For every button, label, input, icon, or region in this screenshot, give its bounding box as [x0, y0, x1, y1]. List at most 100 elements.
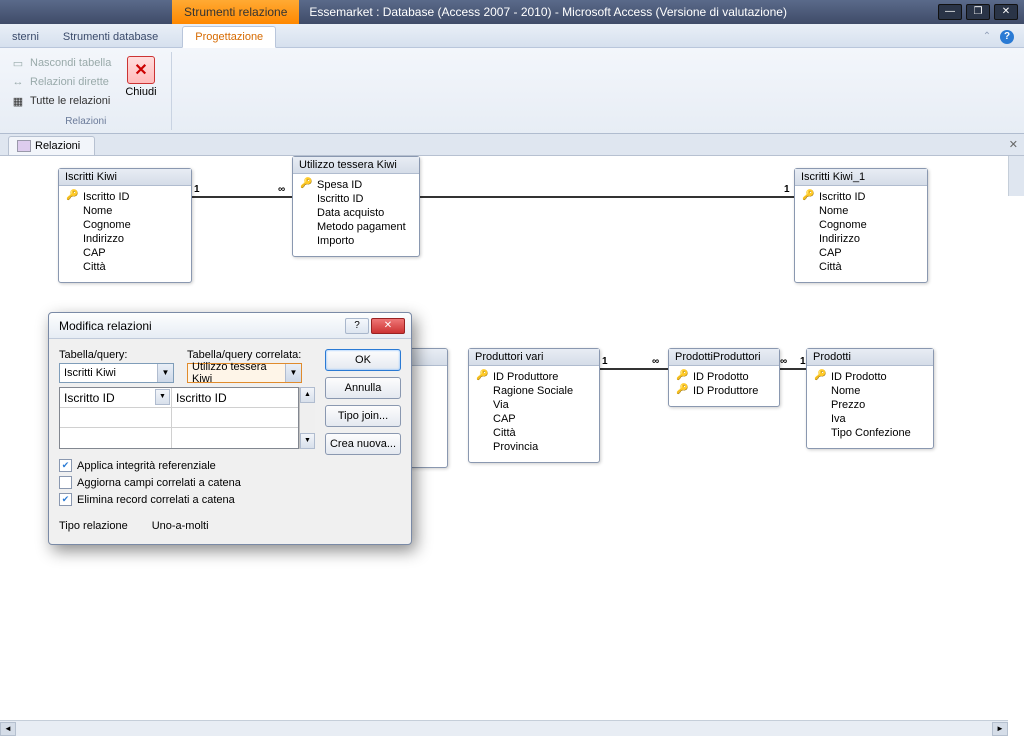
field[interactable]: CAP — [477, 412, 591, 426]
tab-db-tools[interactable]: Strumenti database — [51, 27, 170, 47]
field[interactable]: Indirizzo — [803, 232, 919, 246]
field[interactable]: Città — [803, 260, 919, 274]
hide-table-button[interactable]: ▭ Nascondi tabella — [8, 54, 113, 72]
scroll-track[interactable] — [300, 403, 315, 433]
horizontal-scrollbar[interactable]: ◄ ► — [0, 720, 1008, 736]
relations-tab-icon — [17, 140, 31, 152]
direct-relations-label: Relazioni dirette — [30, 76, 109, 88]
grid-cell-empty[interactable] — [172, 408, 284, 427]
field[interactable]: CAP — [803, 246, 919, 260]
join-type-button[interactable]: Tipo join... — [325, 405, 401, 427]
grid-cell-empty[interactable] — [60, 428, 172, 448]
table-prodotti-produttori[interactable]: ProdottiProduttori ID Prodotto ID Produt… — [668, 348, 780, 407]
scroll-left-icon[interactable]: ◄ — [0, 722, 16, 736]
field-key[interactable]: ID Produttore — [477, 370, 591, 384]
field-key[interactable]: Iscritto ID — [67, 190, 183, 204]
window-minimize-icon[interactable]: — — [938, 4, 962, 20]
field[interactable]: Città — [67, 260, 183, 274]
relation-line — [418, 196, 796, 198]
context-tool-label: Strumenti relazione — [172, 0, 299, 24]
cascade-update-checkbox[interactable]: Aggiorna campi correlati a catena — [59, 476, 401, 489]
relation-line — [598, 368, 670, 370]
table-iscritti-kiwi[interactable]: Iscritti Kiwi Iscritto ID Nome Cognome I… — [58, 168, 192, 283]
grid-cell-empty[interactable] — [172, 428, 284, 448]
cell-value: Iscritto ID — [64, 391, 115, 405]
field[interactable]: Cognome — [67, 218, 183, 232]
grid-cell-empty[interactable] — [60, 408, 172, 427]
edit-relation-dialog: Modifica relazioni ? ✕ Tabella/query: Is… — [48, 312, 412, 545]
table-prodotti[interactable]: Prodotti ID Prodotto Nome Prezzo Iva Tip… — [806, 348, 934, 449]
document-close-icon[interactable]: ✕ — [1009, 138, 1018, 151]
field-key[interactable]: Iscritto ID — [803, 190, 919, 204]
dialog-help-icon[interactable]: ? — [345, 318, 369, 334]
title-bar: Strumenti relazione Essemarket : Databas… — [0, 0, 1024, 24]
relation-label-one: 1 — [800, 356, 806, 367]
tab-external[interactable]: sterni — [0, 27, 51, 47]
chevron-down-icon[interactable]: ▼ — [155, 389, 170, 405]
dialog-close-icon[interactable]: ✕ — [371, 318, 405, 334]
table-produttori-vari[interactable]: Produttori vari ID Produttore Ragione So… — [468, 348, 600, 463]
window-close-icon[interactable]: ✕ — [994, 4, 1018, 20]
field-key[interactable]: Spesa ID — [301, 178, 411, 192]
field[interactable]: Metodo pagament — [301, 220, 411, 234]
tab-design[interactable]: Progettazione — [182, 26, 276, 48]
direct-relations-button[interactable]: ↔ Relazioni dirette — [8, 73, 113, 91]
field[interactable]: Ragione Sociale — [477, 384, 591, 398]
table-utilizzo-tessera[interactable]: Utilizzo tessera Kiwi Spesa ID Iscritto … — [292, 156, 420, 257]
ribbon-minimize-icon[interactable]: ⌃ — [980, 30, 994, 44]
table-combo[interactable]: Iscritti Kiwi ▼ — [59, 363, 174, 383]
field[interactable]: Nome — [67, 204, 183, 218]
field[interactable]: Provincia — [477, 440, 591, 454]
direct-relations-icon: ↔ — [10, 74, 26, 90]
all-relations-button[interactable]: ▦ Tutte le relazioni — [8, 92, 113, 110]
related-table-combo[interactable]: Utilizzo tessera Kiwi ▼ — [187, 363, 302, 383]
field[interactable]: Iva — [815, 412, 925, 426]
chevron-down-icon: ▼ — [285, 364, 301, 382]
checkbox-checked-icon: ✔ — [59, 493, 72, 506]
relation-label-inf: ∞ — [780, 356, 787, 367]
help-icon[interactable]: ? — [1000, 30, 1014, 44]
field[interactable]: Indirizzo — [67, 232, 183, 246]
document-tab-label: Relazioni — [35, 140, 80, 152]
field[interactable]: CAP — [67, 246, 183, 260]
field[interactable]: Cognome — [803, 218, 919, 232]
table-iscritti-kiwi-1[interactable]: Iscritti Kiwi_1 Iscritto ID Nome Cognome… — [794, 168, 928, 283]
scroll-right-icon[interactable]: ► — [992, 722, 1008, 736]
cascade-delete-checkbox[interactable]: ✔ Elimina record correlati a catena — [59, 493, 401, 506]
window-restore-icon[interactable]: ❐ — [966, 4, 990, 20]
field-key[interactable]: ID Produttore — [677, 384, 771, 398]
ribbon: ▭ Nascondi tabella ↔ Relazioni dirette ▦… — [0, 48, 1024, 134]
field-mapping-grid[interactable]: Iscritto ID ▼ Iscritto ID — [59, 387, 299, 449]
scroll-track[interactable] — [16, 722, 992, 736]
field[interactable]: Importo — [301, 234, 411, 248]
grid-cell-right[interactable]: Iscritto ID — [172, 388, 284, 407]
table-partial[interactable] — [408, 348, 448, 468]
field-key[interactable]: ID Prodotto — [677, 370, 771, 384]
document-tab-bar: Relazioni ✕ — [0, 134, 1024, 156]
create-new-button[interactable]: Crea nuova... — [325, 433, 401, 455]
field[interactable]: Via — [477, 398, 591, 412]
field[interactable]: Nome — [815, 384, 925, 398]
field[interactable]: Prezzo — [815, 398, 925, 412]
dialog-title-bar[interactable]: Modifica relazioni ? ✕ — [49, 313, 411, 339]
cell-value: Iscritto ID — [176, 391, 227, 405]
cancel-button[interactable]: Annulla — [325, 377, 401, 399]
table-query-label: Tabella/query: — [59, 349, 177, 361]
vertical-scrollbar[interactable] — [1008, 156, 1024, 196]
field[interactable]: Nome — [803, 204, 919, 218]
field[interactable]: Città — [477, 426, 591, 440]
scroll-up-icon[interactable]: ▲ — [300, 387, 315, 403]
grid-cell-left[interactable]: Iscritto ID ▼ — [60, 388, 172, 407]
field-key[interactable]: ID Prodotto — [815, 370, 925, 384]
enforce-integrity-checkbox[interactable]: ✔ Applica integrità referenziale — [59, 459, 401, 472]
document-tab-relations[interactable]: Relazioni — [8, 136, 95, 155]
scroll-down-icon[interactable]: ▼ — [300, 433, 315, 449]
field[interactable]: Data acquisto — [301, 206, 411, 220]
field[interactable]: Tipo Confezione — [815, 426, 925, 440]
table-title: Utilizzo tessera Kiwi — [293, 157, 419, 174]
hide-table-label: Nascondi tabella — [30, 57, 111, 69]
field[interactable]: Iscritto ID — [301, 192, 411, 206]
table-title: Iscritti Kiwi — [59, 169, 191, 186]
hide-table-icon: ▭ — [10, 55, 26, 71]
ok-button[interactable]: OK — [325, 349, 401, 371]
